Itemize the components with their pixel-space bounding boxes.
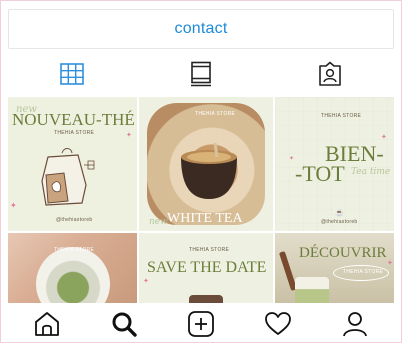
cup-illustration [181,143,237,199]
bottom-navigation [8,306,394,342]
post-6-title: DÉCOUVRIR [299,245,387,261]
post-2-title: WHITE TEA [167,211,243,226]
post-5-store: THEHIA STORE [189,247,230,253]
contact-button[interactable]: contact [8,9,394,49]
contact-label: contact [174,20,228,37]
post-3-store: THEHIA STORE [321,113,362,119]
sparkle-icon: ✦ [143,278,149,285]
profile-tabs [8,53,394,95]
post-3-title-2: -TOT [295,161,345,186]
post-white-tea[interactable]: THEHIA STORE new WHITE TEA [139,97,273,231]
tab-grid[interactable] [8,53,137,95]
post-2-store: THEHIA STORE [195,111,236,117]
sparkle-icon: ✦ [387,260,393,267]
post-6-store: THEHIA STORE [343,269,384,275]
post-1-store: THEHIA STORE [54,130,95,136]
post-1-handle: @thehiastoreb [56,217,93,223]
tab-tagged[interactable] [265,53,394,95]
search-icon[interactable] [110,310,138,338]
cup-top [189,295,223,303]
post-5-title: SAVE THE DATE [147,259,267,276]
activity-heart-icon[interactable] [264,310,292,338]
profile-icon[interactable] [341,310,369,338]
post-2-script: new [149,217,168,227]
sparkle-icon: ✦ [10,201,17,210]
sparkle-icon: ✦ [126,132,132,139]
post-1-title: NOUVEAU-THÉ [12,110,135,129]
home-icon[interactable] [33,310,61,338]
post-matcha-bowl[interactable]: THEHIA STORE [8,233,137,303]
post-bien-tot[interactable]: THEHIA STORE BIEN- -TOT Tea time ☕ @theh… [275,97,394,231]
tab-reels[interactable] [137,53,266,95]
sparkle-icon: ✦ [289,156,295,162]
post-3-handle: @thehiastoreb [321,219,358,225]
post-nouveau-the[interactable]: new NOUVEAU-THÉ THEHIA STORE @thehiastor… [8,97,137,231]
tagged-icon [318,61,341,86]
create-icon[interactable] [187,310,215,338]
grid-icon [60,63,85,85]
post-3-script: Tea time [351,167,391,177]
post-4-store: THEHIA STORE [54,247,95,253]
post-decouvrir[interactable]: DÉCOUVRIR THEHIA STORE ✦ [275,233,394,303]
posts-grid: new NOUVEAU-THÉ THEHIA STORE @thehiastor… [8,97,394,303]
matcha-glass [295,277,329,303]
reels-icon [191,61,211,87]
sparkle-icon: ✦ [381,134,387,141]
post-save-the-date[interactable]: THEHIA STORE SAVE THE DATE ✦ [139,233,273,303]
cup-small-icon: ☕ [335,210,344,217]
tea-bag-illustration [41,148,95,206]
